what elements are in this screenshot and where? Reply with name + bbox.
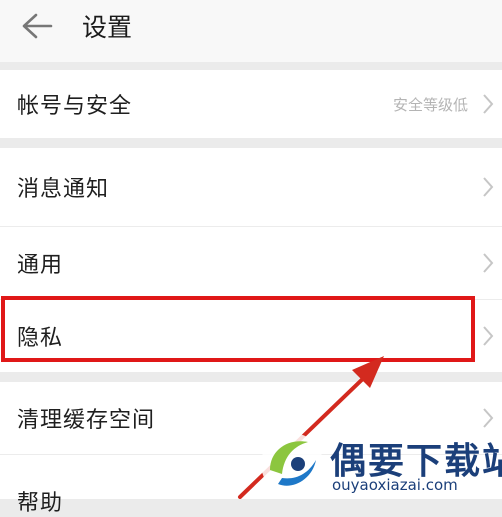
watermark-domain: ouyaoxiazai.com — [332, 476, 458, 494]
chevron-right-icon — [483, 253, 494, 273]
arrow-left-icon[interactable] — [20, 12, 54, 40]
chevron-right-icon — [483, 177, 494, 197]
settings-group-account: 帐号与安全 安全等级低 — [0, 70, 502, 138]
settings-item-account-security[interactable]: 帐号与安全 安全等级低 — [0, 70, 502, 138]
settings-item-notifications[interactable]: 消息通知 — [0, 148, 502, 227]
settings-item-label: 帐号与安全 — [17, 94, 133, 119]
page-title: 设置 — [82, 13, 133, 42]
settings-item-label: 隐私 — [17, 326, 64, 351]
chevron-right-icon — [483, 94, 494, 114]
settings-item-label: 帮助 — [17, 491, 64, 516]
header-bar: 设置 — [0, 0, 502, 62]
security-level-value: 安全等级低 — [392, 95, 468, 114]
settings-item-general[interactable]: 通用 — [0, 227, 502, 300]
settings-item-label: 消息通知 — [17, 177, 110, 202]
settings-group-general: 消息通知 通用 隐私 — [0, 148, 502, 372]
settings-item-privacy[interactable]: 隐私 — [0, 300, 502, 372]
watermark: 偶要下载站 ouyaoxiazai.com — [256, 428, 502, 499]
chevron-right-icon — [483, 408, 494, 428]
watermark-logo-icon — [261, 433, 323, 495]
settings-item-label: 清理缓存空间 — [17, 408, 156, 433]
settings-item-label: 通用 — [17, 253, 64, 278]
chevron-right-icon — [483, 326, 494, 346]
